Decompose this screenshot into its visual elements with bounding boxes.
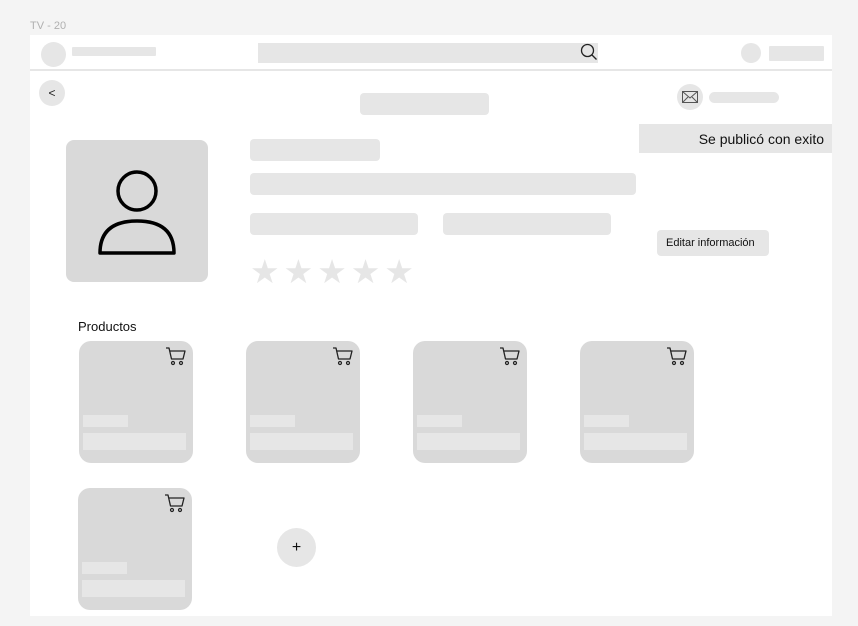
profile-description-placeholder xyxy=(250,173,636,195)
product-name-placeholder xyxy=(250,433,353,450)
page-title-placeholder xyxy=(360,93,489,115)
cart-icon[interactable] xyxy=(499,346,521,366)
logo-placeholder[interactable] xyxy=(41,42,66,67)
add-product-button[interactable]: + xyxy=(277,528,316,567)
frame-title: TV - 20 xyxy=(30,20,67,32)
mail-icon xyxy=(682,91,698,103)
product-card[interactable] xyxy=(246,341,360,463)
user-icon xyxy=(98,170,176,255)
products-heading: Productos xyxy=(78,319,137,334)
product-price-placeholder xyxy=(82,562,127,574)
user-name-placeholder xyxy=(769,46,824,61)
product-price-placeholder xyxy=(417,415,462,427)
star-icon: ★ xyxy=(317,252,347,291)
cart-icon[interactable] xyxy=(666,346,688,366)
product-card[interactable] xyxy=(580,341,694,463)
product-card[interactable] xyxy=(413,341,527,463)
header-divider xyxy=(30,69,832,71)
rating-stars: ★ ★ ★ ★ ★ xyxy=(250,255,414,288)
back-button[interactable]: < xyxy=(39,80,65,106)
user-avatar-placeholder[interactable] xyxy=(741,43,761,63)
star-icon: ★ xyxy=(283,252,314,291)
messages-button[interactable] xyxy=(677,84,703,110)
brand-name-placeholder xyxy=(72,47,156,56)
profile-name-placeholder xyxy=(250,139,380,161)
cart-icon[interactable] xyxy=(164,493,186,513)
cart-icon[interactable] xyxy=(165,346,187,366)
product-name-placeholder xyxy=(83,433,186,450)
cart-icon[interactable] xyxy=(332,346,354,366)
star-icon: ★ xyxy=(384,252,414,291)
star-icon: ★ xyxy=(250,252,280,291)
search-icon[interactable] xyxy=(579,42,599,62)
product-price-placeholder xyxy=(584,415,629,427)
screen-frame: < Se publicó con exito ★ ★ ★ ★ ★ Editar … xyxy=(30,35,832,616)
product-name-placeholder xyxy=(417,433,520,450)
product-card[interactable] xyxy=(78,488,192,610)
star-icon: ★ xyxy=(350,252,381,291)
profile-detail-placeholder-1 xyxy=(250,213,418,235)
toast-message: Se publicó con exito xyxy=(698,131,824,147)
product-price-placeholder xyxy=(250,415,295,427)
product-card[interactable] xyxy=(79,341,193,463)
profile-avatar[interactable] xyxy=(66,140,208,282)
messages-label-placeholder xyxy=(709,92,779,103)
edit-info-button[interactable]: Editar información xyxy=(657,230,769,256)
profile-detail-placeholder-2 xyxy=(443,213,611,235)
success-toast: Se publicó con exito xyxy=(639,124,832,153)
product-price-placeholder xyxy=(83,415,128,427)
product-name-placeholder xyxy=(82,580,185,597)
search-input[interactable] xyxy=(258,43,598,63)
product-name-placeholder xyxy=(584,433,687,450)
